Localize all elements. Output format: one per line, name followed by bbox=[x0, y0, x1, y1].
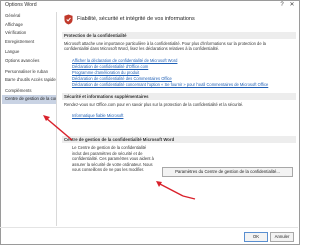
panel-heading: Fiabilité, sécurité et intégrité de vos … bbox=[77, 16, 195, 22]
privacy-link-word[interactable]: Afficher la déclaration de confidentiali… bbox=[72, 58, 177, 63]
sidebar-item-trust-center[interactable]: Centre de gestion de la confidentialité bbox=[2, 95, 56, 104]
privacy-link-send-a-smile[interactable]: Déclaration de confidentialité concernan… bbox=[72, 82, 268, 87]
window-title: Options Word bbox=[5, 2, 37, 8]
security-description: Rendez-vous sur Office.com pour en savoi… bbox=[64, 102, 244, 107]
sidebar-item-general[interactable]: Général bbox=[2, 12, 56, 21]
security-section-title: Sécurité et informations supplémentaires bbox=[62, 93, 296, 100]
trustworthy-computing-link[interactable]: Informatique fiable Microsoft bbox=[72, 113, 123, 118]
sidebar-item-quick-access-toolbar[interactable]: Barre d'outils Accès rapide bbox=[2, 76, 56, 85]
sidebar-item-display[interactable]: Affichage bbox=[2, 21, 56, 30]
privacy-section-title: Protection de la confidentialité bbox=[62, 32, 296, 39]
panel-header: Fiabilité, sécurité et intégrité de vos … bbox=[62, 12, 296, 30]
privacy-link-improvement-program[interactable]: Programme d'amélioration du produit bbox=[72, 70, 139, 75]
privacy-description: Microsoft attache une importance particu… bbox=[64, 41, 266, 52]
sidebar-item-add-ins[interactable]: Compléments bbox=[2, 87, 56, 96]
trust-description: Le Centre de gestion de la confidentiali… bbox=[72, 145, 154, 172]
footer-divider bbox=[0, 227, 298, 228]
options-sidebar: Général Affichage Vérification Enregistr… bbox=[2, 12, 57, 226]
sidebar-item-advanced[interactable]: Options avancées bbox=[2, 57, 56, 66]
ok-button[interactable]: OK bbox=[244, 232, 268, 242]
help-button[interactable]: ? bbox=[277, 1, 287, 10]
cancel-button[interactable]: Annuler bbox=[270, 232, 294, 242]
trust-section-title: Centre de gestion de la confidentialité … bbox=[62, 136, 296, 143]
sidebar-item-language[interactable]: Langue bbox=[2, 48, 56, 57]
close-button[interactable]: ✕ bbox=[287, 1, 297, 10]
shield-icon bbox=[64, 14, 73, 25]
title-bar: Options Word ? ✕ bbox=[1, 1, 299, 12]
privacy-link-office-com[interactable]: Déclaration de confidentialité d'Office.… bbox=[72, 64, 148, 69]
sidebar-item-proofing[interactable]: Vérification bbox=[2, 29, 56, 38]
sidebar-item-customize-ribbon[interactable]: Personnaliser le ruban bbox=[2, 68, 56, 77]
trust-center-settings-button[interactable]: Paramètres du Centre de gestion de la co… bbox=[162, 167, 293, 177]
sidebar-item-save[interactable]: Enregistrement bbox=[2, 38, 56, 47]
privacy-link-office-feedback[interactable]: Déclaration de confidentialité des Comme… bbox=[72, 76, 172, 81]
trust-center-panel: Fiabilité, sécurité et intégrité de vos … bbox=[62, 12, 296, 226]
